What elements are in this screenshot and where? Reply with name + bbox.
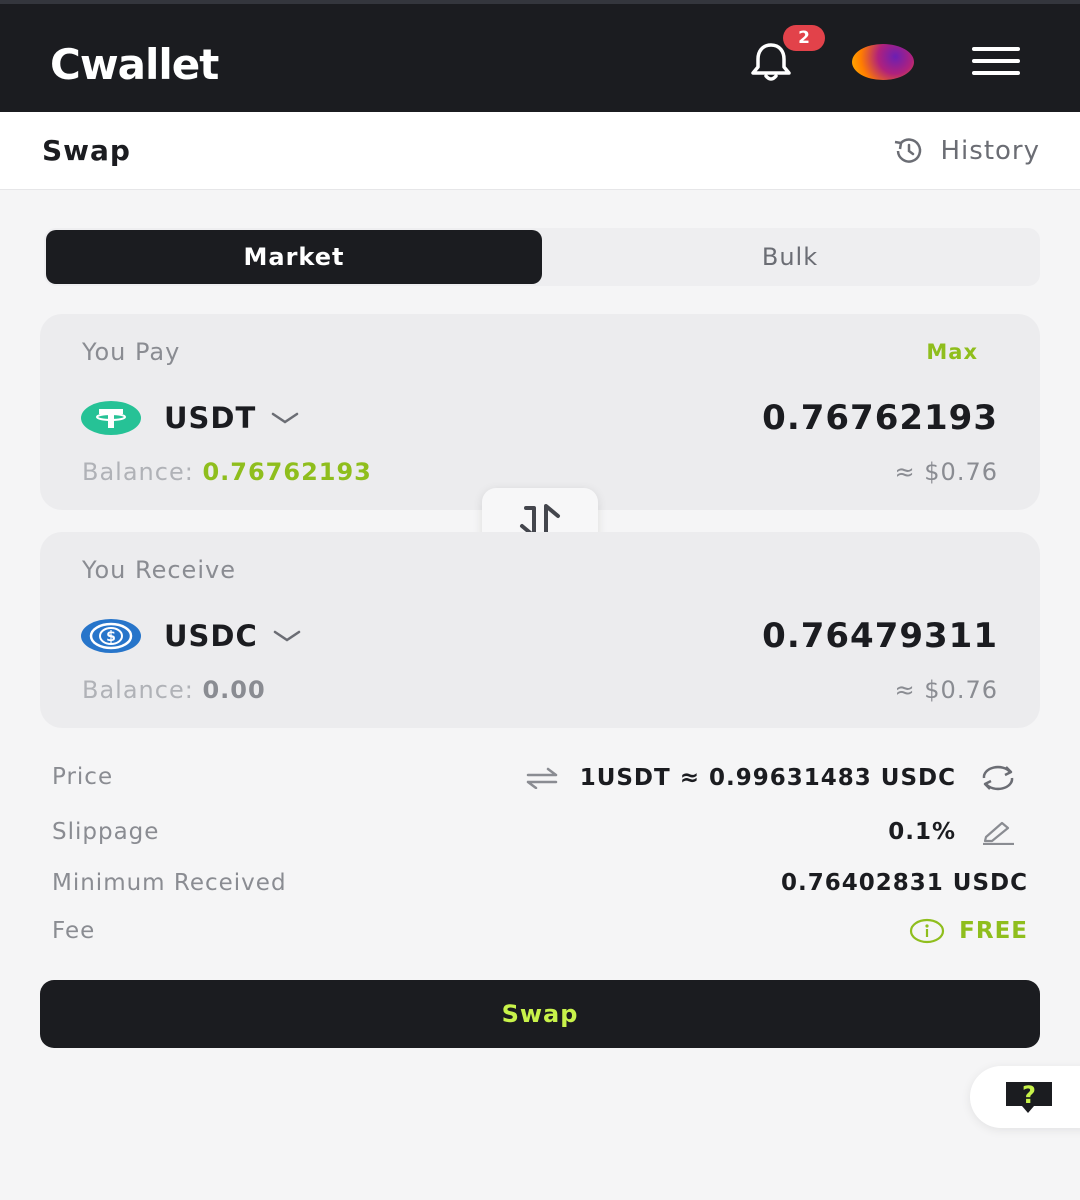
price-value: 1USDT ≈ 0.99631483 USDC	[579, 765, 956, 791]
fee-row: Fee FREE	[52, 912, 1028, 952]
notification-badge[interactable]: 2	[783, 25, 825, 51]
pay-token-name: USDT	[164, 401, 257, 435]
slippage-value: 0.1%	[888, 819, 956, 845]
usdc-icon: $	[81, 619, 141, 653]
max-button[interactable]: Max	[926, 340, 978, 364]
pay-balance: Balance: 0.76762193	[82, 458, 372, 486]
minimum-received-value: 0.76402831 USDC	[781, 870, 1028, 896]
receive-amount: 0.76479311	[762, 616, 998, 656]
price-row: Price 1USDT ≈ 0.99631483 USDC	[52, 758, 1028, 798]
pay-usd-value: ≈ $0.76	[894, 458, 998, 486]
receive-card: You Receive $ USDC 0.76479311 Balance: 0…	[40, 532, 1040, 728]
exchange-arrows-icon[interactable]	[524, 767, 560, 789]
cwallet-logo[interactable]: Cwallet	[50, 40, 219, 89]
edit-icon[interactable]	[980, 819, 1016, 845]
swap-header: Swap History	[0, 112, 1080, 190]
receive-label: You Receive	[82, 556, 236, 584]
minimum-received-label: Minimum Received	[52, 870, 287, 896]
chevron-down-icon	[273, 630, 301, 642]
pay-token-selector[interactable]: USDT	[80, 400, 300, 436]
help-icon: ?	[1006, 1081, 1052, 1113]
chevron-down-icon	[272, 412, 299, 424]
pay-card: You Pay Max USDT 0.76762193 Balance: 0.7…	[40, 314, 1040, 510]
info-icon[interactable]	[909, 918, 945, 944]
slippage-value-group[interactable]: 0.1%	[888, 819, 1028, 845]
receive-token-selector[interactable]: $ USDC	[80, 618, 302, 654]
swap-mode-tabs: Market Bulk	[44, 228, 1040, 286]
pay-amount-input[interactable]: 0.76762193	[762, 398, 998, 438]
history-label: History	[940, 136, 1040, 166]
fee-value-group: FREE	[909, 918, 1028, 944]
slippage-row: Slippage 0.1%	[52, 813, 1028, 853]
pay-label: You Pay	[82, 338, 181, 366]
svg-text:$: $	[106, 629, 116, 645]
tab-market[interactable]: Market	[46, 230, 542, 284]
swap-button[interactable]: Swap	[40, 980, 1040, 1048]
avatar[interactable]	[852, 44, 914, 80]
refresh-icon[interactable]	[978, 764, 1018, 792]
pay-balance-label: Balance:	[82, 458, 194, 486]
tab-bulk[interactable]: Bulk	[542, 230, 1038, 284]
page-title: Swap	[42, 134, 131, 167]
price-label: Price	[52, 764, 114, 790]
fee-value: FREE	[959, 918, 1028, 944]
receive-balance-value: 0.00	[202, 676, 266, 704]
svg-text:?: ?	[1022, 1081, 1036, 1109]
receive-usd-value: ≈ $0.76	[894, 676, 998, 704]
receive-token-name: USDC	[164, 619, 258, 653]
menu-icon[interactable]	[972, 47, 1020, 75]
slippage-label: Slippage	[52, 819, 160, 845]
receive-balance-label: Balance:	[82, 676, 194, 704]
minimum-received-row: Minimum Received 0.76402831 USDC	[52, 864, 1028, 904]
help-button[interactable]: ?	[970, 1066, 1080, 1128]
top-bar: Cwallet 2	[0, 0, 1080, 112]
history-icon	[894, 138, 921, 163]
fee-label: Fee	[52, 918, 96, 944]
usdt-icon	[81, 401, 141, 435]
price-value-group: 1USDT ≈ 0.99631483 USDC	[524, 764, 1028, 792]
history-button[interactable]: History	[891, 136, 1041, 166]
receive-balance: Balance: 0.00	[82, 676, 266, 704]
pay-balance-value[interactable]: 0.76762193	[202, 458, 371, 486]
